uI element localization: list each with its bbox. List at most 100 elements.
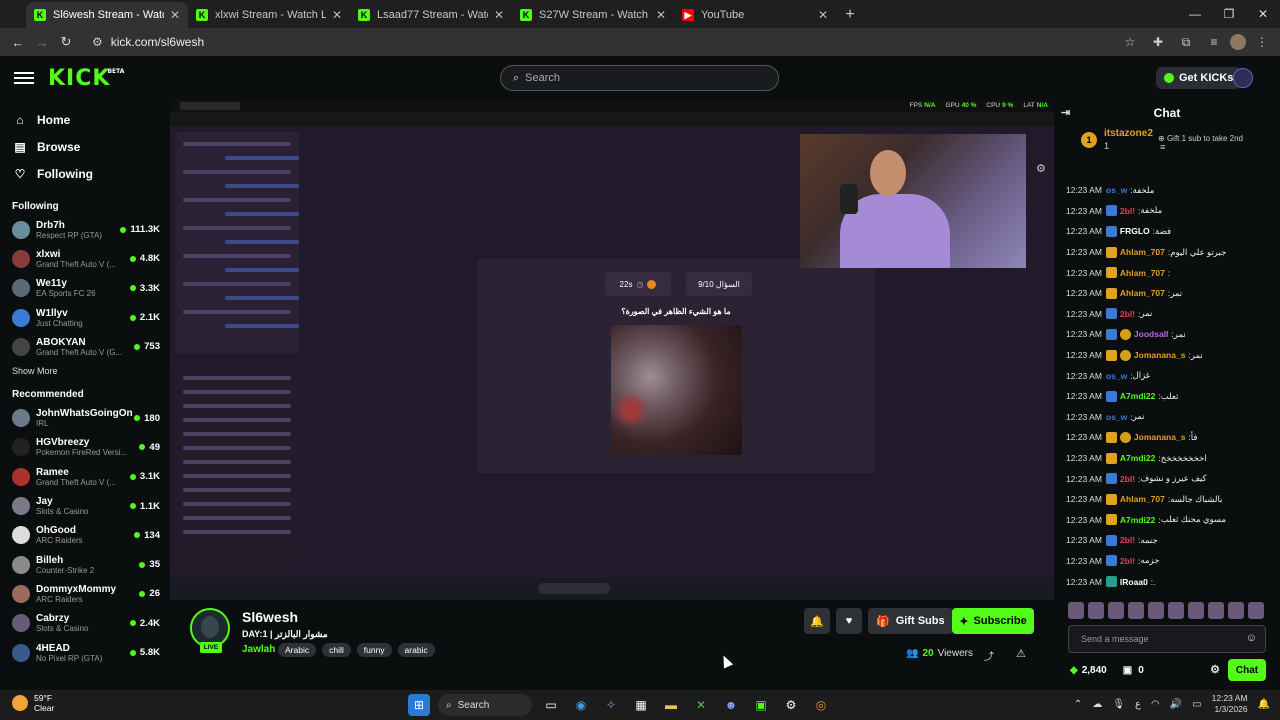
message-username[interactable]: Joodsall [1134,329,1168,339]
stream-tag[interactable]: chill [322,643,351,657]
close-tab-icon[interactable]: ✕ [332,8,342,22]
channel-item[interactable]: xlxwi Grand Theft Auto V (... 4.8K [0,244,170,273]
extension-icon[interactable]: ✚ [1146,30,1170,54]
search-input[interactable]: ⌕ Search [500,65,779,91]
nav-home[interactable]: ⌂ Home [0,106,170,133]
browser-tab[interactable]: K Sl6wesh Stream - Watch Live on Kick ✕ [26,2,188,28]
chevron-up-icon[interactable]: ⌃ [1074,699,1082,710]
reload-icon[interactable]: ↻ [54,30,78,54]
notification-bell-button[interactable]: 🔔 [804,608,830,634]
wifi-icon[interactable]: ◠ [1151,699,1160,710]
share-icon[interactable]: ⤴ [984,648,994,663]
minimize-icon[interactable]: — [1178,0,1212,28]
stream-tag[interactable]: arabic [397,643,435,657]
language-icon[interactable]: ع [1135,699,1141,710]
close-tab-icon[interactable]: ✕ [170,8,180,22]
message-username[interactable]: os_w [1106,185,1127,195]
stream-tag[interactable]: funny [356,643,392,657]
nav-following[interactable]: ♡ Following [0,160,170,187]
gift-subs-button[interactable]: 🎁 Gift Subs [868,608,953,634]
kick-logo[interactable]: KICK BETA [48,66,124,91]
message-username[interactable]: 2bl! [1120,535,1135,545]
subscribe-button[interactable]: ✦ Subscribe [952,608,1034,634]
menu-icon[interactable]: ⋮ [1250,30,1274,54]
message-username[interactable]: Ahlam_707 [1120,494,1165,504]
copilot-icon[interactable]: ✧ [600,694,622,716]
message-username[interactable]: A7mdi22 [1120,515,1155,525]
channel-item[interactable]: JohnWhatsGoingOn IRL 180 [0,403,170,432]
channel-item[interactable]: DommyxMommy ARC Raiders 26 [0,579,170,608]
emoji-icon[interactable]: ☺ [1246,632,1257,644]
puzzle-icon[interactable]: ⧉ [1174,30,1198,54]
video-player[interactable]: FPS N/A GPU 40 % CPU 9 % LAT N/A 22s ◷ السؤال 9/… [170,100,1054,600]
channel-item[interactable]: HGVbreezy Pokemon FireRed Versi... 49 [0,433,170,462]
collapse-chat-icon[interactable]: ⇥ [1061,106,1070,119]
message-username[interactable]: 2bl! [1120,556,1135,566]
follow-button[interactable]: ♥ [836,608,862,634]
message-username[interactable]: A7mdi22 [1120,391,1155,401]
streamer-name[interactable]: Sl6wesh [242,609,298,625]
stream-category[interactable]: Jawlah [242,644,275,655]
message-username[interactable]: 2bl! [1120,474,1135,484]
channel-item[interactable]: W1llyv Just Chatting 2.1K [0,303,170,332]
close-tab-icon[interactable]: ✕ [818,8,828,22]
message-username[interactable]: Jomanana_s [1134,432,1186,442]
chat-settings-icon[interactable]: ⚙ [1210,663,1220,676]
stream-tag[interactable]: Arabic [278,643,317,657]
close-tab-icon[interactable]: ✕ [494,8,504,22]
channel-item[interactable]: Jay Slots & Casino 1.1K [0,491,170,520]
close-icon[interactable]: ✕ [1246,0,1280,28]
show-more-link[interactable]: Show More [0,361,170,381]
profile-avatar[interactable] [1230,34,1246,50]
message-username[interactable]: Ahlam_707 [1120,268,1165,278]
chat-message-input[interactable]: Send a message ☺ [1068,625,1266,653]
channel-item[interactable]: Cabrzy Slots & Casino 2.4K [0,609,170,638]
task-view-icon[interactable]: ▭ [540,694,562,716]
file-explorer-icon[interactable]: ▬ [660,694,682,716]
battery-icon[interactable]: ▭ [1192,699,1201,710]
message-username[interactable]: A7mdi22 [1120,453,1155,463]
xbox-icon[interactable]: ✕ [690,694,712,716]
close-tab-icon[interactable]: ✕ [656,8,666,22]
message-username[interactable]: 2bl! [1120,309,1135,319]
edge-icon[interactable]: ◉ [570,694,592,716]
channel-item[interactable]: OhGood ARC Raiders 134 [0,521,170,550]
get-kicks-button[interactable]: Get KICKs [1156,67,1242,89]
address-bar[interactable]: ⚙ kick.com/sl6wesh [84,30,1112,54]
windows-start-icon[interactable]: ⊞ [408,694,430,716]
message-username[interactable]: Jomanana_s [1134,350,1186,360]
message-username[interactable]: Ahlam_707 [1120,247,1165,257]
site-info-icon[interactable]: ⚙ [92,35,103,49]
weather-widget[interactable]: 59°F Clear [12,693,54,713]
speaker-icon[interactable]: 🔊 [1170,699,1182,710]
taskbar-search[interactable]: ⌕ Search [438,694,532,716]
channel-item[interactable]: Ramee Grand Theft Auto V (... 3.1K [0,462,170,491]
channel-item[interactable]: ABOKYAN Grand Theft Auto V (G... 753 [0,332,170,361]
message-username[interactable]: os_w [1106,371,1127,381]
chrome-icon[interactable]: ◎ [810,694,832,716]
channel-item[interactable]: Billeh Counter-Strike 2 35 [0,550,170,579]
filter-icon[interactable]: ≡ [1160,142,1165,152]
settings-icon[interactable]: ⚙ [780,694,802,716]
store-icon[interactable]: ▦ [630,694,652,716]
back-icon[interactable]: ← [6,30,30,54]
cloud-icon[interactable]: ☁ [1092,699,1102,710]
clock[interactable]: 12:23 AM 1/3/2026 [1212,693,1248,715]
channel-item[interactable]: We11y EA Sports FC 26 3.3K [0,274,170,303]
top-gifter-name[interactable]: itstazone2 [1104,128,1153,139]
message-username[interactable]: os_w [1106,412,1127,422]
reading-list-icon[interactable]: ≡ [1202,30,1226,54]
channel-item[interactable]: Drb7h Respect RP (GTA) 111.3K [0,215,170,244]
forward-icon[interactable]: → [30,30,54,54]
new-tab-button[interactable]: + [836,2,864,28]
message-username[interactable]: Ahlam_707 [1120,288,1165,298]
notifications-icon[interactable]: 🔔 [1258,699,1270,710]
message-username[interactable]: FRGLO [1120,226,1150,236]
channel-item[interactable]: 4HEAD No Pixel RP (GTA) 5.8K [0,638,170,667]
maximize-icon[interactable]: ❐ [1212,0,1246,28]
report-icon[interactable]: ⚠ [1016,647,1026,660]
browser-tab[interactable]: ▶ YouTube ✕ [674,2,836,28]
browser-tab[interactable]: K Lsaad77 Stream - Watch Live on Kick ✕ [350,2,512,28]
browser-tab[interactable]: K S27W Stream - Watch Live on Kick ✕ [512,2,674,28]
browser-tab[interactable]: Kxlxwi Stream - Watch Live on Kick ✕ [188,2,350,28]
